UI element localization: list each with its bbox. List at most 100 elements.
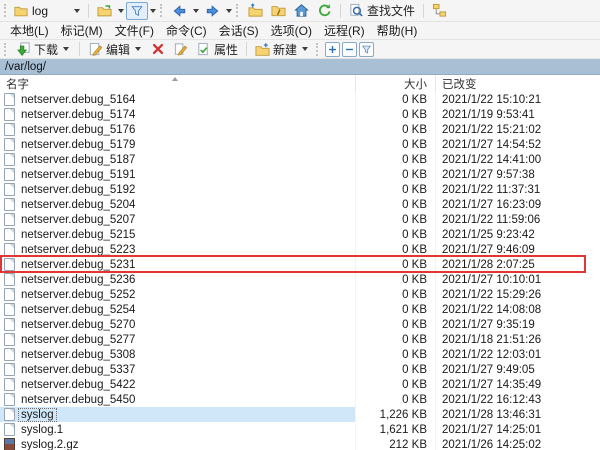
directory-address-label: log	[32, 4, 68, 18]
file-name-cell[interactable]: netserver.debug_5223	[0, 242, 356, 257]
file-changed: 2021/1/22 15:21:02	[436, 122, 600, 137]
forward-arrow-icon	[205, 4, 220, 18]
file-row[interactable]: netserver.debug_5422 0 KB 2021/1/27 14:3…	[0, 377, 600, 392]
file-row[interactable]: netserver.debug_5207 0 KB 2021/1/22 11:5…	[0, 212, 600, 227]
file-name-cell[interactable]: netserver.debug_5308	[0, 347, 356, 362]
file-row[interactable]: netserver.debug_5215 0 KB 2021/1/25 9:23…	[0, 227, 600, 242]
delete-button[interactable]	[147, 40, 169, 58]
menu-options[interactable]: 选项(O)	[265, 22, 318, 39]
synchronize-browsing-button[interactable]	[428, 1, 451, 20]
file-row[interactable]: netserver.debug_5176 0 KB 2021/1/22 15:2…	[0, 122, 600, 137]
chevron-down-icon[interactable]	[135, 47, 141, 51]
file-name-cell[interactable]: netserver.debug_5252	[0, 287, 356, 302]
menu-local[interactable]: 本地(L)	[4, 22, 55, 39]
directory-address[interactable]: log	[12, 3, 84, 19]
file-row[interactable]: netserver.debug_5192 0 KB 2021/1/22 11:3…	[0, 182, 600, 197]
toolbar-grip[interactable]	[160, 4, 164, 17]
file-name-cell[interactable]: netserver.debug_5191	[0, 167, 356, 182]
file-changed: 2021/1/22 14:08:08	[436, 302, 600, 317]
chevron-down-icon[interactable]	[193, 9, 199, 13]
file-name-cell[interactable]: netserver.debug_5236	[0, 272, 356, 287]
file-row[interactable]: syslog 1,226 KB 2021/1/28 13:46:31	[0, 407, 600, 422]
new-button[interactable]: 新建	[251, 39, 314, 60]
column-header-size[interactable]: 大小	[356, 75, 436, 92]
file-row[interactable]: netserver.debug_5337 0 KB 2021/1/27 9:49…	[0, 362, 600, 377]
chevron-down-icon[interactable]	[74, 9, 80, 13]
chevron-down-icon[interactable]	[118, 9, 124, 13]
chevron-down-icon[interactable]	[63, 47, 69, 51]
file-name-cell[interactable]: netserver.debug_5277	[0, 332, 356, 347]
filter-list-button[interactable]	[359, 42, 374, 57]
file-name-cell[interactable]: netserver.debug_5204	[0, 197, 356, 212]
file-name-cell[interactable]: netserver.debug_5192	[0, 182, 356, 197]
chevron-down-icon[interactable]	[302, 47, 308, 51]
file-row[interactable]: netserver.debug_5252 0 KB 2021/1/22 15:2…	[0, 287, 600, 302]
file-name-cell[interactable]: syslog.2.gz	[0, 437, 356, 450]
file-name-cell[interactable]: syslog	[0, 407, 356, 422]
file-row[interactable]: netserver.debug_5270 0 KB 2021/1/27 9:35…	[0, 317, 600, 332]
file-row[interactable]: syslog.2.gz 212 KB 2021/1/26 14:25:02	[0, 437, 600, 450]
file-row[interactable]: netserver.debug_5191 0 KB 2021/1/27 9:57…	[0, 167, 600, 182]
properties-button[interactable]: 属性	[192, 39, 242, 60]
file-name-cell[interactable]: netserver.debug_5422	[0, 377, 356, 392]
menu-file[interactable]: 文件(F)	[109, 22, 160, 39]
file-name-cell[interactable]: syslog.1	[0, 422, 356, 437]
file-name-cell[interactable]: netserver.debug_5270	[0, 317, 356, 332]
file-name-cell[interactable]: netserver.debug_5164	[0, 92, 356, 107]
home-directory-button[interactable]	[290, 1, 313, 20]
refresh-button[interactable]	[313, 1, 336, 20]
menu-mark[interactable]: 标记(M)	[55, 22, 109, 39]
file-name-cell[interactable]: netserver.debug_5176	[0, 122, 356, 137]
unselect-files-button[interactable]	[342, 42, 357, 57]
file-row[interactable]: netserver.debug_5254 0 KB 2021/1/22 14:0…	[0, 302, 600, 317]
toolbar-grip[interactable]	[4, 4, 8, 17]
toolbar-grip[interactable]	[4, 43, 8, 56]
file-row[interactable]: netserver.debug_5231 0 KB 2021/1/28 2:07…	[0, 257, 600, 272]
file-name-cell[interactable]: netserver.debug_5179	[0, 137, 356, 152]
file-row[interactable]: netserver.debug_5187 0 KB 2021/1/22 14:4…	[0, 152, 600, 167]
toolbar-grip[interactable]	[316, 43, 320, 56]
chevron-down-icon[interactable]	[226, 9, 232, 13]
file-row[interactable]: netserver.debug_5236 0 KB 2021/1/27 10:1…	[0, 272, 600, 287]
file-row[interactable]: netserver.debug_5450 0 KB 2021/1/22 16:1…	[0, 392, 600, 407]
filter-button[interactable]	[126, 2, 148, 20]
file-row[interactable]: netserver.debug_5164 0 KB 2021/1/22 15:1…	[0, 92, 600, 107]
menu-remote[interactable]: 远程(R)	[318, 22, 371, 39]
file-name-cell[interactable]: netserver.debug_5254	[0, 302, 356, 317]
file-row[interactable]: netserver.debug_5204 0 KB 2021/1/27 16:2…	[0, 197, 600, 212]
file-name-cell[interactable]: netserver.debug_5450	[0, 392, 356, 407]
file-row[interactable]: netserver.debug_5223 0 KB 2021/1/27 9:46…	[0, 242, 600, 257]
column-header-changed[interactable]: 已改变	[436, 75, 600, 92]
file-name-cell[interactable]: netserver.debug_5215	[0, 227, 356, 242]
file-name-cell[interactable]: netserver.debug_5337	[0, 362, 356, 377]
find-files-button[interactable]: 查找文件	[345, 0, 419, 21]
file-row[interactable]: netserver.debug_5277 0 KB 2021/1/18 21:5…	[0, 332, 600, 347]
select-files-button[interactable]	[325, 42, 340, 57]
menu-command[interactable]: 命令(C)	[160, 22, 213, 39]
file-name-cell[interactable]: netserver.debug_5174	[0, 107, 356, 122]
open-directory-button[interactable]	[93, 1, 116, 20]
home-icon	[294, 3, 309, 18]
file-name-cell[interactable]: netserver.debug_5207	[0, 212, 356, 227]
path-bar[interactable]: /var/log/	[0, 59, 600, 75]
file-row[interactable]: netserver.debug_5308 0 KB 2021/1/22 12:0…	[0, 347, 600, 362]
parent-directory-button[interactable]	[244, 1, 267, 20]
root-directory-button[interactable]	[267, 1, 290, 20]
file-icon	[4, 168, 15, 181]
menu-session[interactable]: 会话(S)	[213, 22, 265, 39]
file-row[interactable]: netserver.debug_5179 0 KB 2021/1/27 14:5…	[0, 137, 600, 152]
file-row[interactable]: netserver.debug_5174 0 KB 2021/1/19 9:53…	[0, 107, 600, 122]
file-size: 0 KB	[356, 137, 436, 152]
file-name-cell[interactable]: netserver.debug_5187	[0, 152, 356, 167]
file-row[interactable]: syslog.1 1,621 KB 2021/1/27 14:25:01	[0, 422, 600, 437]
edit-button[interactable]: 编辑	[84, 39, 147, 60]
file-name-cell[interactable]: netserver.debug_5231	[0, 257, 356, 272]
column-header-name[interactable]: 名字	[0, 75, 356, 92]
chevron-down-icon[interactable]	[150, 9, 156, 13]
toolbar-grip[interactable]	[236, 4, 240, 17]
rename-button[interactable]	[169, 40, 192, 59]
forward-button[interactable]	[201, 2, 224, 20]
back-button[interactable]	[168, 2, 191, 20]
menu-help[interactable]: 帮助(H)	[371, 22, 424, 39]
download-button[interactable]: 下载	[12, 39, 75, 60]
